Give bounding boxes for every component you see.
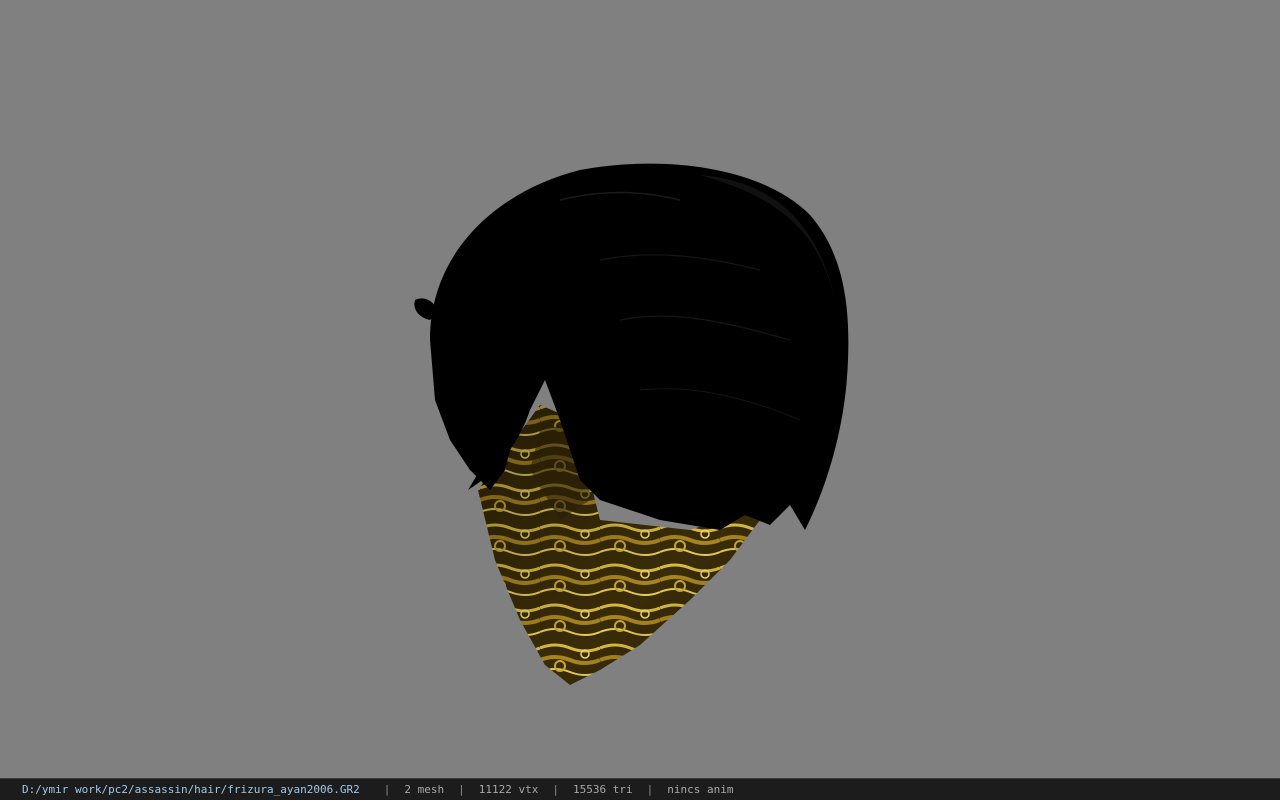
model-render[interactable] xyxy=(0,0,1280,778)
file-path: D:/ymir work/pc2/assassin/hair/frizura_a… xyxy=(22,783,360,796)
status-bar: D:/ymir work/pc2/assassin/hair/frizura_a… xyxy=(0,778,1280,800)
separator: | xyxy=(646,783,654,796)
separator: | xyxy=(552,783,559,796)
mesh-count: 2 mesh xyxy=(404,783,445,796)
anim-status: nincs anim xyxy=(667,783,734,796)
hair-mesh xyxy=(414,163,849,530)
separator: | xyxy=(458,783,465,796)
separator: | xyxy=(383,783,391,796)
3d-viewport[interactable] xyxy=(0,0,1280,778)
vertex-count: 11122 vtx xyxy=(478,783,539,796)
triangle-count: 15536 tri xyxy=(573,783,633,796)
